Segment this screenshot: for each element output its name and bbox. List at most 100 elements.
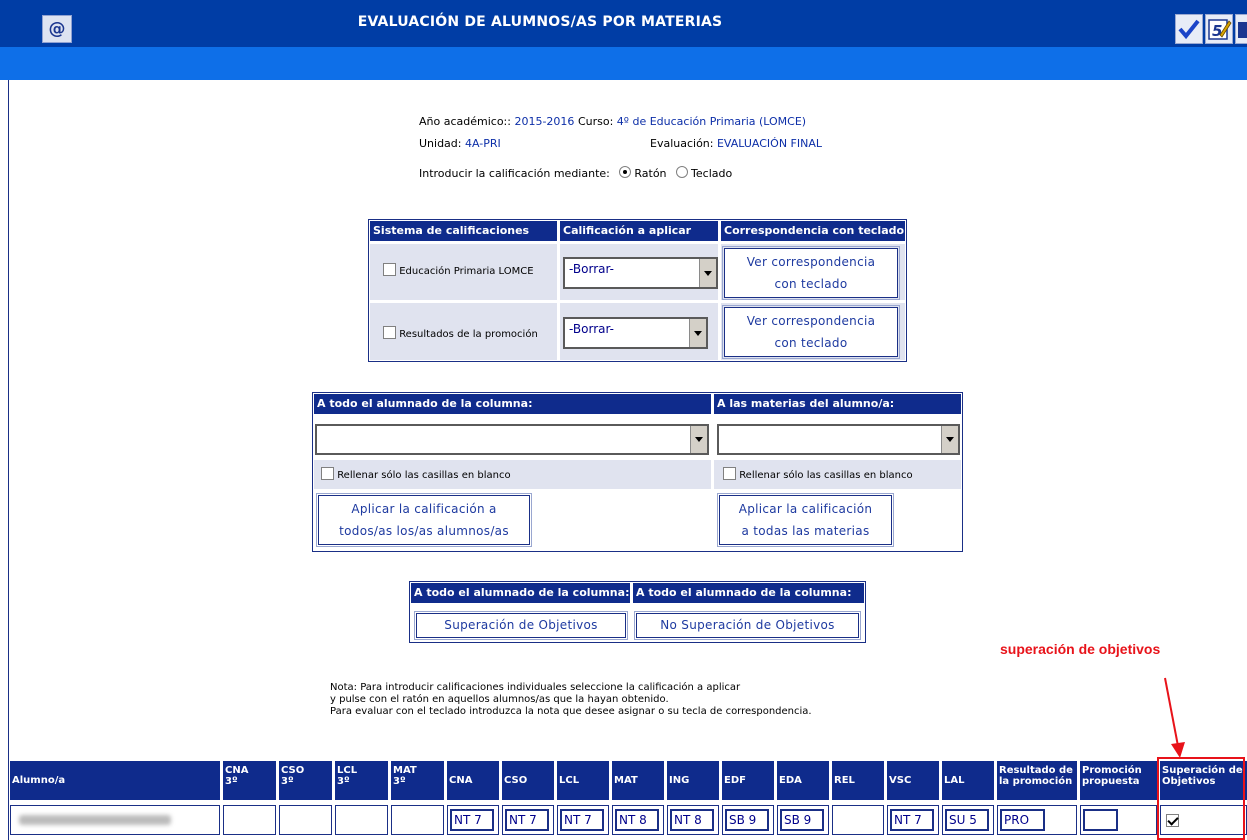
grade-input-col-14[interactable]: SU 5	[945, 809, 989, 831]
grid-header-col-4: MAT 3º	[391, 761, 444, 800]
grid-header-col-12-line1: REL	[834, 775, 855, 786]
save-icon[interactable]	[1235, 14, 1247, 44]
eval-label: Evaluación:	[650, 137, 714, 150]
grid-header-col-14: LAL	[942, 761, 994, 800]
grading-row-2-select[interactable]: -Borrar-	[563, 317, 708, 349]
apply-mat-select[interactable]	[717, 424, 960, 455]
grade-cell-col-12	[832, 805, 884, 835]
annotation-label: superación de objetivos	[1000, 641, 1161, 657]
sub-bar	[0, 47, 1247, 80]
chevron-down-icon	[689, 319, 706, 347]
grid-header-col-7: LCL	[557, 761, 609, 800]
grid-header-col-3: LCL 3º	[335, 761, 388, 800]
apply-col-fill-label: Rellenar sólo las casillas en blanco	[337, 470, 511, 481]
grade-input-col-7[interactable]: NT 7	[560, 809, 604, 831]
grading-row-2-correspondence-button[interactable]: Ver correspondencia con teclado	[722, 305, 900, 359]
grade-input-col-8[interactable]: NT 8	[615, 809, 659, 831]
grading-row-1-system: Educación Primaria LOMCE	[383, 263, 534, 277]
grade-input-col-10[interactable]: SB 9	[725, 809, 769, 831]
grade-cell-col-13[interactable]: NT 7	[887, 805, 939, 835]
grade-input-col-15[interactable]: PRO	[1000, 809, 1045, 831]
grading-header-apply: Calificación a aplicar	[560, 221, 718, 241]
grid-header-col-11: EDA	[777, 761, 829, 800]
grading-row-2-select-value: -Borrar-	[569, 322, 614, 336]
grading-row-1-checkbox[interactable]	[383, 263, 396, 276]
objectives-achieved-button[interactable]: Superación de Objetivos	[414, 611, 628, 640]
grid-header-col-15-line1: Resultado de	[999, 765, 1073, 776]
grade-cell-col-15[interactable]: PRO	[997, 805, 1077, 835]
grid-header-col-5-line1: CNA	[449, 775, 473, 786]
left-border	[8, 80, 9, 840]
grading-row-2-label: Resultados de la promoción	[399, 329, 538, 340]
grade-cell-col-2	[279, 805, 332, 835]
note-text: Nota: Para introducir calificaciones ind…	[330, 682, 812, 718]
mode-keyboard-radio[interactable]	[676, 166, 689, 178]
mode-mouse-label: Ratón	[634, 167, 667, 180]
grid-header-col-2-line2: 3º	[281, 776, 294, 787]
objectives-header-left: A todo el alumnado de la columna:	[411, 583, 630, 603]
grid-header-col-9: ING	[667, 761, 719, 800]
grade-cell-col-14[interactable]: SU 5	[942, 805, 994, 835]
grid-header-col-8-line1: MAT	[614, 775, 638, 786]
grid-header-col-16-line2: propuesta	[1082, 776, 1140, 787]
apply-col-fill-blank: Rellenar sólo las casillas en blanco	[321, 467, 511, 481]
objectives-header-right: A todo el alumnado de la columna:	[633, 583, 864, 603]
grade-cell-col-8[interactable]: NT 8	[612, 805, 664, 835]
page-title: EVALUACIÓN DE ALUMNOS/AS POR MATERIAS	[357, 14, 723, 30]
note-line-2: y pulse con el ratón en aquellos alumnos…	[330, 694, 669, 705]
chevron-down-icon	[941, 426, 958, 453]
apply-to-all-students-button[interactable]: Aplicar la calificación a todos/as los/a…	[316, 493, 532, 547]
apply-mat-fill-blank: Rellenar sólo las casillas en blanco	[723, 467, 913, 481]
grade-cell-col-7[interactable]: NT 7	[557, 805, 609, 835]
grade-input-col-13[interactable]: NT 7	[890, 809, 934, 831]
checkmark-icon[interactable]	[1175, 14, 1203, 44]
chevron-down-icon	[699, 259, 716, 287]
grade-edit-icon[interactable]: 5	[1205, 14, 1233, 44]
grade-cell-col-16[interactable]	[1080, 805, 1157, 835]
grid-header-col-1-line1: CNA	[225, 765, 249, 776]
grading-header-system: Sistema de calificaciones	[370, 221, 557, 241]
grade-edit-digit: 5	[1212, 22, 1222, 40]
input-mode-label: Introducir la calificación mediante:	[419, 167, 610, 180]
grading-row-2-checkbox[interactable]	[383, 326, 396, 339]
grid-header-col-2-line1: CSO	[281, 765, 305, 776]
chevron-down-icon	[690, 426, 707, 453]
grid-header-col-15: Resultado de la promoción	[997, 761, 1077, 800]
grade-input-col-16[interactable]	[1083, 809, 1118, 831]
objectives-not-achieved-button[interactable]: No Superación de Objetivos	[634, 611, 861, 640]
grade-cell-col-10[interactable]: SB 9	[722, 805, 774, 835]
grid-header-col-13-line1: VSC	[889, 775, 912, 786]
grading-row-1-button-line1: Ver correspondencia	[746, 255, 876, 269]
apply-mat-button-line2: a todas las materias	[741, 524, 870, 538]
grid-header-col-5: CNA	[447, 761, 499, 800]
student-name-redacted	[19, 815, 171, 825]
apply-col-button-line2: todos/as los/as alumnos/as	[339, 524, 509, 538]
grading-row-1-correspondence-button[interactable]: Ver correspondencia con teclado	[722, 246, 900, 300]
grade-input-col-9[interactable]: NT 8	[670, 809, 714, 831]
grid-header-col-4-line2: 3º	[393, 776, 406, 787]
grid-header-col-1: CNA 3º	[223, 761, 276, 800]
grading-row-1-select[interactable]: -Borrar-	[563, 257, 718, 289]
apply-to-all-subjects-button[interactable]: Aplicar la calificación a todas las mate…	[717, 493, 894, 547]
grid-header-col-16-line1: Promoción	[1082, 765, 1142, 776]
grade-cell-col-9[interactable]: NT 8	[667, 805, 719, 835]
grade-input-col-11[interactable]: SB 9	[780, 809, 824, 831]
grade-cell-col-11[interactable]: SB 9	[777, 805, 829, 835]
grade-input-col-6[interactable]: NT 7	[505, 809, 549, 831]
grading-header-keyboard: Correspondencia con teclado	[721, 221, 905, 241]
grid-header-col-12: REL	[832, 761, 884, 800]
grid-header-student: Alumno/a	[10, 761, 220, 800]
mode-mouse-radio[interactable]	[619, 166, 632, 178]
grid-header-col-3-line2: 3º	[337, 776, 350, 787]
grading-row-2-button-line1: Ver correspondencia	[746, 314, 876, 328]
grade-cell-col-6[interactable]: NT 7	[502, 805, 554, 835]
apply-col-fill-checkbox[interactable]	[321, 467, 334, 480]
mode-keyboard-label: Teclado	[691, 167, 733, 180]
grade-input-col-5[interactable]: NT 7	[450, 809, 494, 831]
apply-mat-fill-checkbox[interactable]	[723, 467, 736, 480]
grading-row-1-label: Educación Primaria LOMCE	[399, 266, 534, 277]
grid-header-col-10-line1: EDF	[724, 775, 746, 786]
grade-cell-col-4	[391, 805, 444, 835]
apply-col-select[interactable]	[315, 424, 709, 455]
grade-cell-col-5[interactable]: NT 7	[447, 805, 499, 835]
